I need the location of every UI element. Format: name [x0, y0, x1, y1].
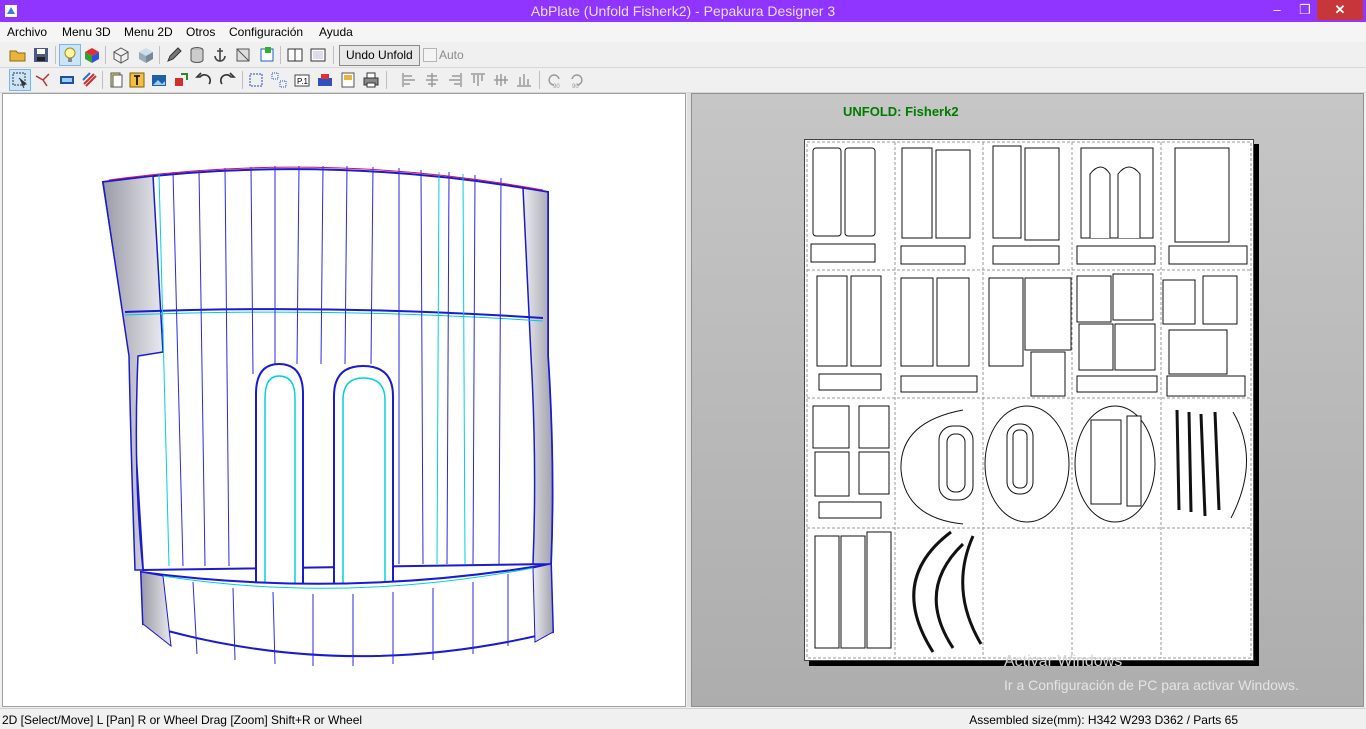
- toolbar-separator: [159, 46, 160, 64]
- align-top-icon: [471, 73, 485, 86]
- svg-text:P.1: P.1: [297, 77, 309, 86]
- print-preview-icon[interactable]: [338, 70, 358, 90]
- page-number-icon[interactable]: P.1: [292, 70, 312, 90]
- rotate-90-icon: 90: [548, 74, 560, 90]
- print-icon[interactable]: [315, 70, 335, 90]
- toolbar-separator: [280, 46, 281, 64]
- auto-label: Auto: [439, 48, 464, 62]
- toolbar-2d: P.1 90 90: [0, 68, 1366, 93]
- undo-unfold-button[interactable]: Undo Unfold: [339, 45, 420, 66]
- activation-watermark-text: Ir a Configuración de PC para activar Wi…: [1004, 677, 1299, 693]
- toolbar-separator: [333, 46, 334, 64]
- menu-configuracion[interactable]: Configuración: [229, 25, 303, 39]
- maximize-icon[interactable]: ❐: [1290, 0, 1320, 20]
- view-2d[interactable]: UNFOLD: Fisherk2 Activar Windows Ir a Co…: [691, 93, 1364, 707]
- close-icon[interactable]: ✕: [1317, 0, 1363, 20]
- toolbar-separator: [102, 71, 103, 89]
- printer-icon[interactable]: [361, 70, 381, 90]
- align-left-icon: [402, 73, 415, 87]
- toolbar-separator: [55, 46, 56, 64]
- light-bulb-icon[interactable]: [59, 44, 81, 66]
- toolbar-separator: [105, 46, 106, 64]
- flap-tool-icon[interactable]: [57, 70, 77, 90]
- unfold-title: UNFOLD: Fisherk2: [843, 104, 959, 119]
- window-title: AbPlate (Unfold Fisherk2) - Pepakura Des…: [530, 3, 836, 19]
- align-center-icon: [426, 73, 438, 87]
- svg-text:90: 90: [553, 84, 560, 90]
- toolbar-separator: [242, 71, 243, 89]
- activation-watermark-title: Activar Windows: [1004, 653, 1123, 670]
- textured-cube-icon[interactable]: [136, 45, 156, 65]
- color-cube-icon[interactable]: [82, 45, 102, 65]
- minimize-icon[interactable]: –: [1262, 0, 1292, 20]
- fold-lines-icon[interactable]: [80, 70, 100, 90]
- menu-bar: Archivo Menu 3D Menu 2D Otros Configurac…: [0, 22, 1366, 42]
- auto-checkbox[interactable]: [423, 48, 437, 62]
- view-3d[interactable]: [2, 93, 686, 707]
- unfold-layout[interactable]: [805, 140, 1253, 660]
- rotate-part-icon[interactable]: [171, 70, 191, 90]
- dual-view-icon[interactable]: [308, 45, 328, 65]
- toolbar-separator: [539, 71, 540, 89]
- menu-3d[interactable]: Menu 3D: [62, 25, 111, 39]
- align-middle-icon: [494, 74, 508, 86]
- layout-icon[interactable]: [269, 70, 289, 90]
- unfold-paper[interactable]: [804, 139, 1254, 661]
- flaps-icon[interactable]: [233, 45, 253, 65]
- text-icon[interactable]: [127, 70, 147, 90]
- save-icon[interactable]: [31, 45, 51, 65]
- svg-text:90: 90: [572, 84, 579, 90]
- undo-icon[interactable]: [194, 70, 214, 90]
- rotate-minus-90-icon: 90: [571, 74, 583, 90]
- status-assembled-size: Assembled size(mm): H342 W293 D362 / Par…: [969, 713, 1238, 727]
- title-bar: AbPlate (Unfold Fisherk2) - Pepakura Des…: [0, 0, 1366, 22]
- select-icon[interactable]: [9, 69, 31, 91]
- align-right-icon: [449, 73, 462, 87]
- cylinder-icon[interactable]: [187, 45, 207, 65]
- join-edge-icon[interactable]: [33, 70, 53, 90]
- open-folder-icon[interactable]: [8, 45, 28, 65]
- wireframe-cube-icon[interactable]: [111, 45, 131, 65]
- model-3d-render[interactable]: [3, 94, 685, 706]
- menu-ayuda[interactable]: Ayuda: [319, 25, 353, 39]
- menu-archivo[interactable]: Archivo: [7, 25, 47, 39]
- image-icon[interactable]: [149, 70, 169, 90]
- toolbar-separator: [386, 71, 387, 89]
- toolbar-main: Undo Unfold Auto: [0, 43, 1366, 68]
- pages-icon[interactable]: [106, 70, 126, 90]
- menu-otros[interactable]: Otros: [186, 25, 215, 39]
- arrange-icon[interactable]: [246, 70, 266, 90]
- status-bar: 2D [Select/Move] L [Pan] R or Wheel Drag…: [0, 708, 1366, 729]
- single-view-icon[interactable]: [285, 45, 305, 65]
- pencil-icon[interactable]: [164, 45, 184, 65]
- status-hint: 2D [Select/Move] L [Pan] R or Wheel Drag…: [2, 713, 363, 727]
- align-bottom-icon: [517, 74, 531, 87]
- edge-id-icon[interactable]: [257, 45, 277, 65]
- anchor-icon[interactable]: [210, 45, 230, 65]
- redo-icon[interactable]: [217, 70, 237, 90]
- menu-2d[interactable]: Menu 2D: [124, 25, 173, 39]
